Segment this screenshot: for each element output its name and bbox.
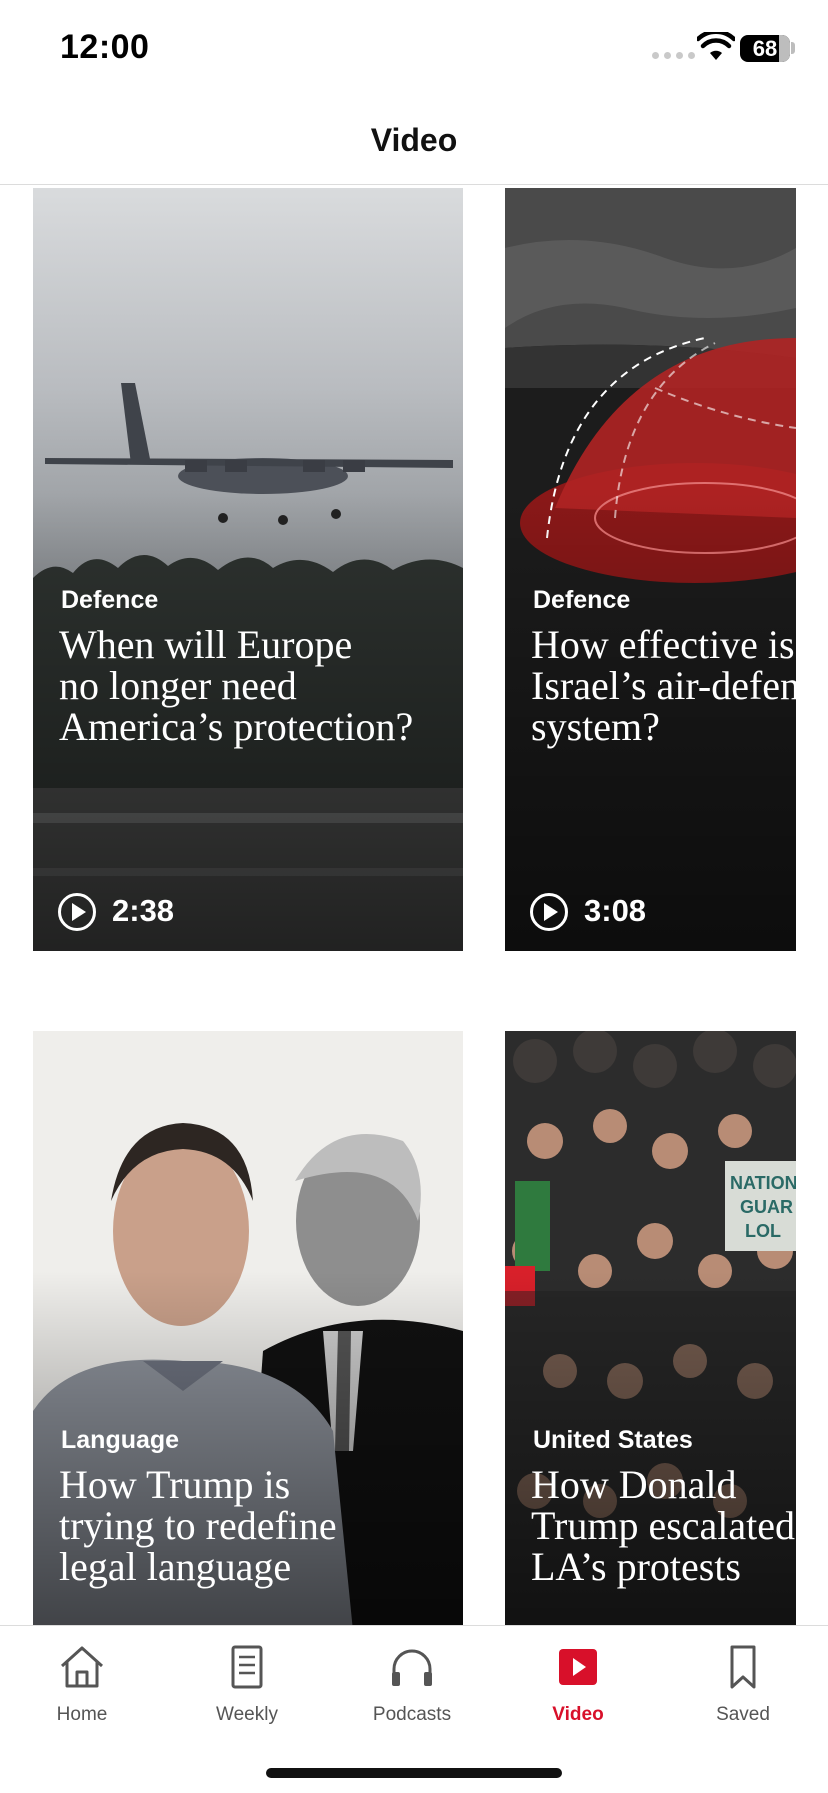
status-time: 12:00 bbox=[60, 28, 150, 66]
play-icon bbox=[530, 893, 568, 931]
video-headline: How effective is Israel’s air-defen syst… bbox=[531, 622, 796, 749]
status-bar: 12:00 68 bbox=[0, 0, 828, 100]
weekly-icon bbox=[231, 1645, 263, 1689]
video-play-icon bbox=[559, 1649, 597, 1685]
tab-weekly[interactable]: Weekly bbox=[172, 1642, 322, 1726]
tab-label-podcasts: Podcasts bbox=[372, 1704, 452, 1725]
headphones-icon bbox=[392, 1649, 432, 1686]
tab-label-video: Video bbox=[552, 1704, 604, 1725]
video-card[interactable]: Defence How effective is Israel’s air-de… bbox=[505, 188, 796, 951]
svg-text:LOL: LOL bbox=[745, 1221, 781, 1241]
video-headline: When will Europe no longer need America’… bbox=[59, 622, 414, 749]
svg-text:GUAR: GUAR bbox=[740, 1197, 793, 1217]
play-icon bbox=[58, 893, 96, 931]
tab-home[interactable]: Home bbox=[7, 1642, 157, 1726]
tab-label-weekly: Weekly bbox=[216, 1704, 278, 1725]
video-category: United States bbox=[533, 1426, 693, 1454]
battery-cap bbox=[791, 42, 795, 54]
wifi-icon bbox=[697, 32, 735, 60]
video-duration: 3:08 bbox=[584, 893, 647, 928]
video-category: Language bbox=[61, 1426, 180, 1454]
tab-video[interactable]: Video bbox=[503, 1642, 653, 1726]
video-headline: How Donald Trump escalated LA’s protests bbox=[531, 1462, 796, 1589]
home-indicator bbox=[266, 1768, 562, 1778]
page-title: Video bbox=[370, 122, 458, 158]
tab-saved[interactable]: Saved bbox=[668, 1642, 818, 1726]
video-category: Defence bbox=[61, 586, 159, 614]
cellular-signal-icon bbox=[652, 52, 695, 59]
tab-podcasts[interactable]: Podcasts bbox=[337, 1642, 487, 1726]
header: Video bbox=[0, 100, 828, 185]
battery-level: 68 bbox=[752, 36, 778, 61]
video-card[interactable]: NATION GUAR LOL United States How Donald… bbox=[505, 1031, 796, 1625]
video-category: Defence bbox=[533, 586, 631, 614]
battery-icon: 68 bbox=[740, 35, 790, 62]
tab-label-saved: Saved bbox=[716, 1704, 770, 1725]
video-card[interactable]: Defence When will Europe no longer need … bbox=[33, 188, 463, 951]
video-grid: Defence When will Europe no longer need … bbox=[0, 185, 828, 1625]
home-icon bbox=[60, 1646, 104, 1688]
video-duration: 2:38 bbox=[112, 893, 175, 928]
svg-text:NATION: NATION bbox=[730, 1173, 796, 1193]
bookmark-icon bbox=[730, 1645, 756, 1689]
video-headline: How Trump is trying to redefine legal la… bbox=[59, 1462, 337, 1589]
tab-label-home: Home bbox=[56, 1704, 108, 1725]
video-card[interactable]: Language How Trump is trying to redefine… bbox=[33, 1031, 463, 1625]
